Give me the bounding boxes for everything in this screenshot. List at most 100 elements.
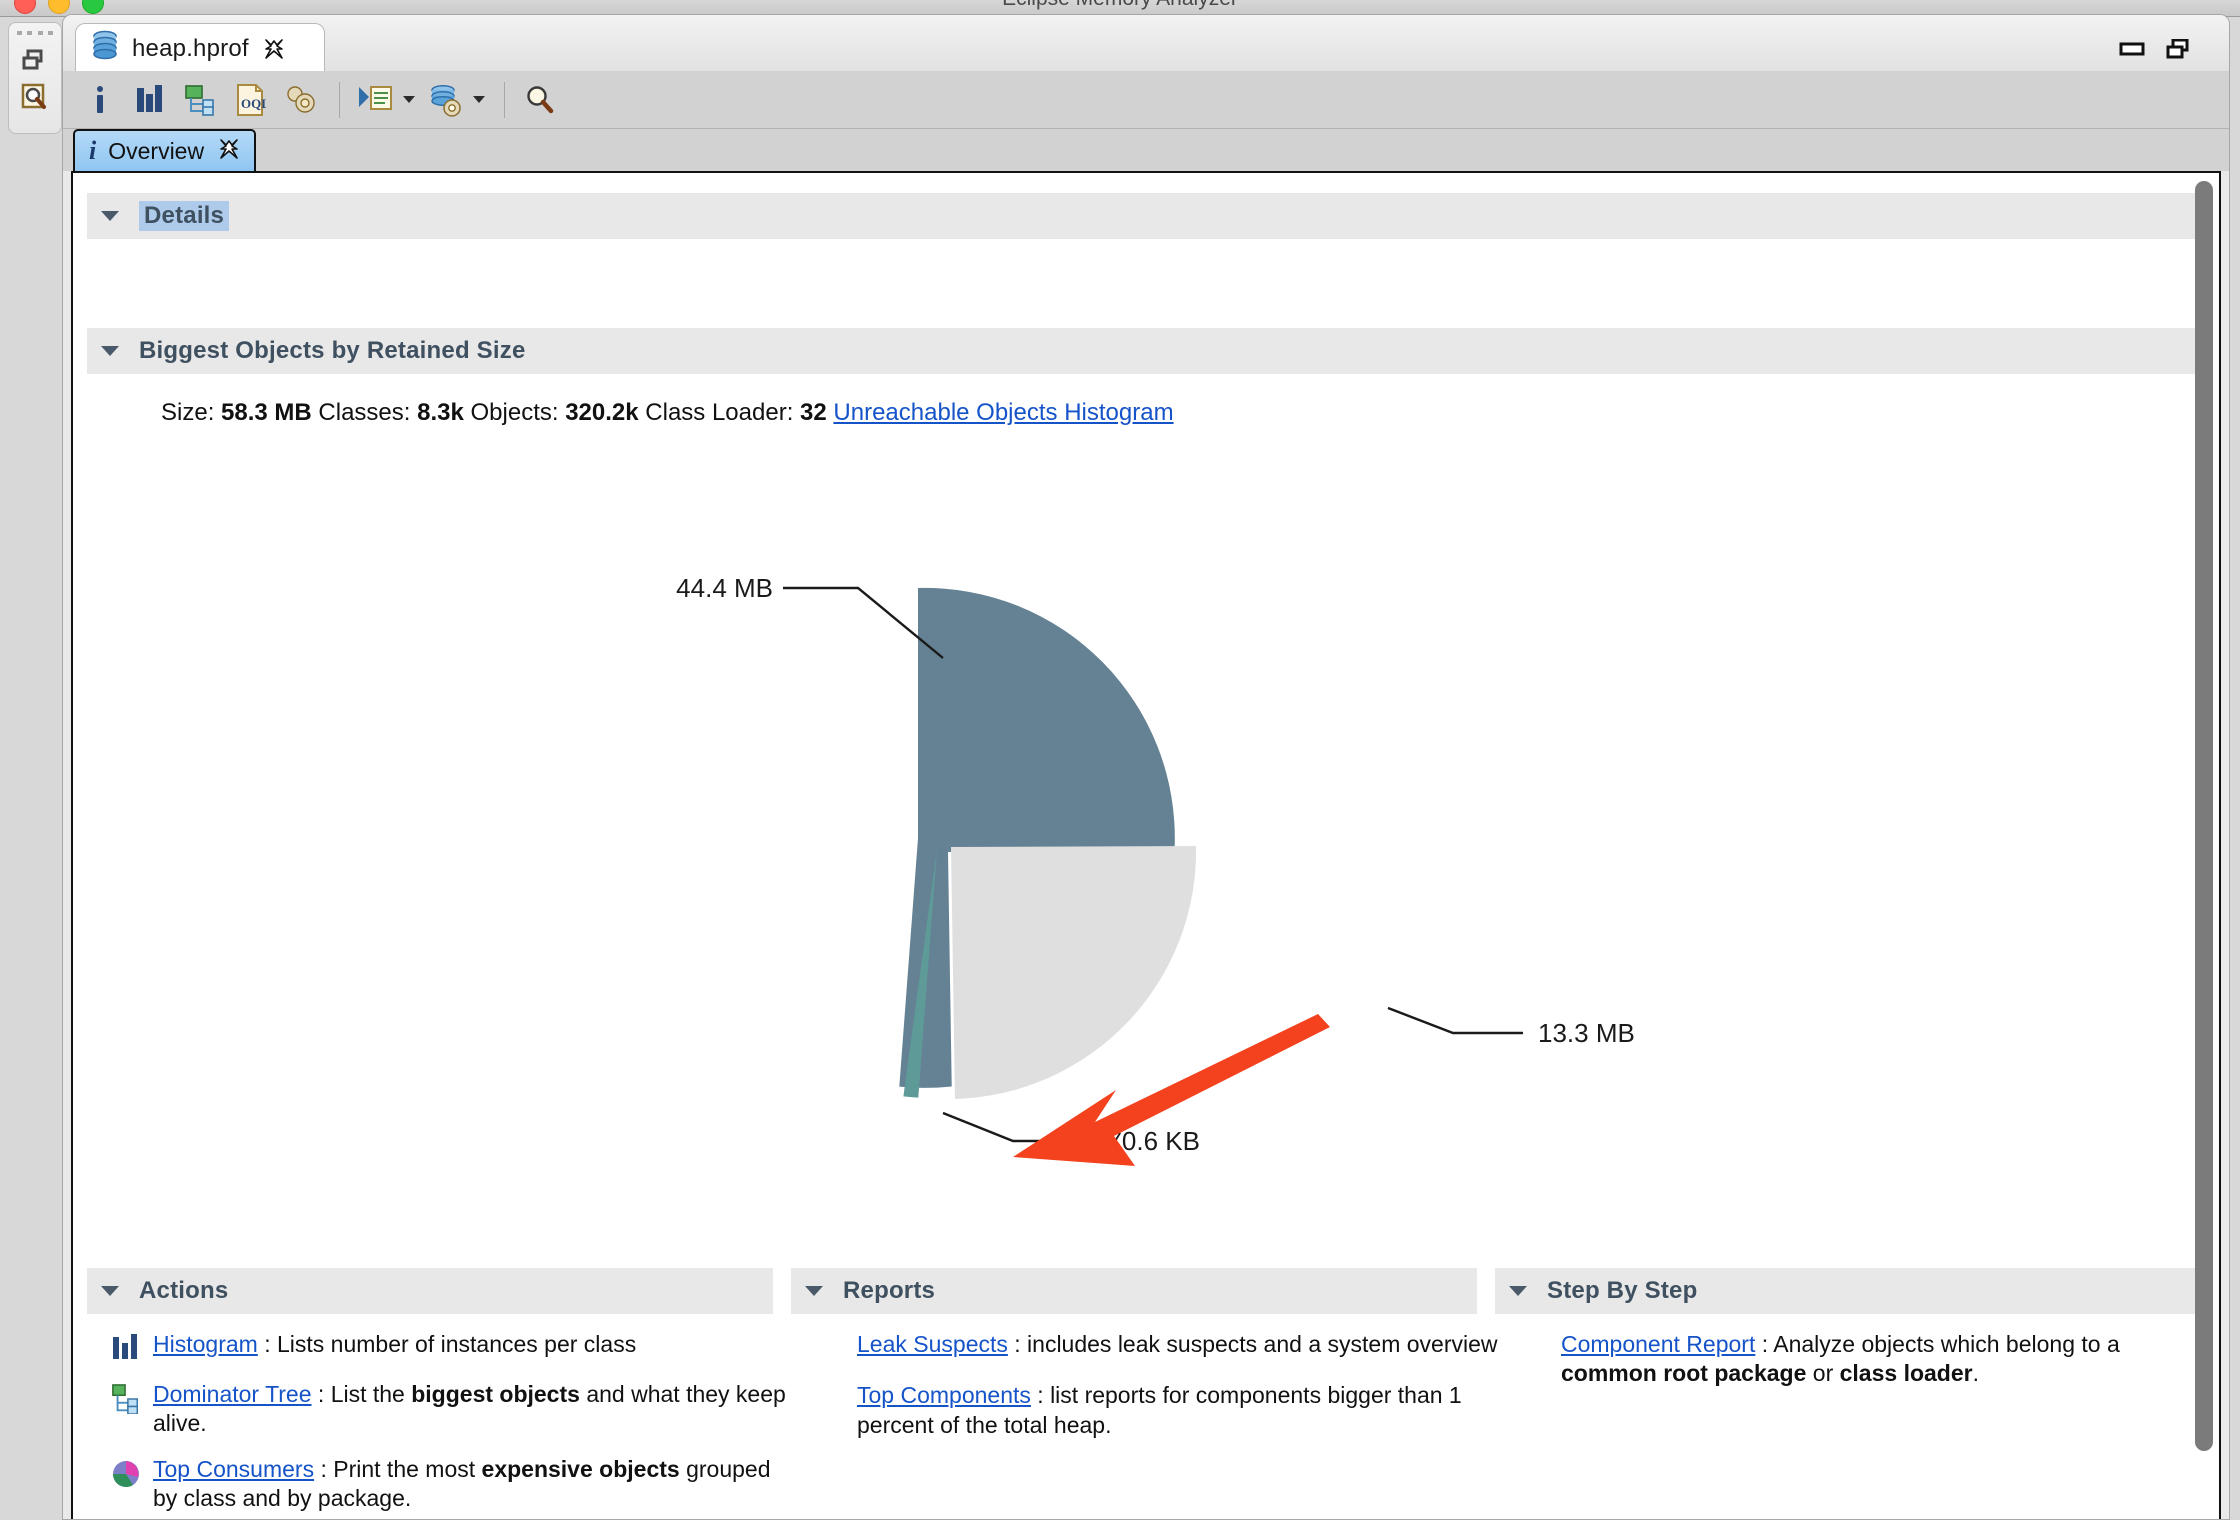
close-button[interactable] xyxy=(14,0,36,14)
list-item-text: Dominator Tree : List the biggest object… xyxy=(153,1380,797,1439)
details-objects-value: 320.2k xyxy=(565,399,639,426)
window-minimize-button[interactable] xyxy=(2119,39,2145,59)
histogram-link[interactable]: Histogram xyxy=(153,1331,258,1357)
os-window-title: Eclipse Memory Analyzer xyxy=(0,0,2240,10)
top-consumers-icon xyxy=(111,1459,141,1489)
retained-size-pie-chart[interactable]: 44.4 MB 13.3 MB 570.6 KB Total: 58.3 MB xyxy=(153,533,2153,1187)
inspect-icon[interactable] xyxy=(19,81,49,111)
chevron-down-icon[interactable] xyxy=(805,1286,823,1296)
callout-line-13-3-mb xyxy=(1387,1006,1523,1035)
query-browser-icon[interactable] xyxy=(422,78,468,122)
fast-view-bar xyxy=(8,22,62,134)
details-classloader-label: Class Loader: xyxy=(645,399,794,426)
tab-overview-label: Overview xyxy=(108,137,205,164)
list-item: Top Components : list reports for compon… xyxy=(815,1381,1501,1440)
leak-suspects-link[interactable]: Leak Suspects xyxy=(857,1331,1008,1357)
dominator-tree-icon[interactable] xyxy=(177,78,223,122)
details-size-label: Size: xyxy=(161,399,215,426)
window-restore-button[interactable] xyxy=(2165,38,2191,59)
desc-e: . xyxy=(1972,1360,1979,1387)
info-icon: i xyxy=(89,136,97,165)
pie-svg: 44.4 MB 13.3 MB 570.6 KB Total: 58.3 MB xyxy=(676,573,1635,1187)
view-tab-strip: i Overview xyxy=(63,129,2229,171)
list-item-text: Top Consumers : Print the most expensive… xyxy=(153,1455,797,1514)
desc-b: expensive objects xyxy=(481,1455,680,1482)
histogram-icon[interactable] xyxy=(127,78,173,122)
restore-perspective-icon[interactable] xyxy=(19,45,49,75)
desc-a: Print the most xyxy=(333,1455,482,1482)
screen: Eclipse Memory Analyzer xyxy=(0,0,2240,1520)
pie-slice-13-3-mb xyxy=(951,846,1197,1099)
sep: : xyxy=(314,1455,334,1482)
step-by-step-list: Component Report : Analyze objects which… xyxy=(1495,1314,2219,1389)
list-item: Top Consumers : Print the most expensive… xyxy=(111,1455,797,1514)
sep: : xyxy=(1030,1382,1051,1409)
component-report-link[interactable]: Component Report xyxy=(1561,1331,1755,1357)
section-header-actions[interactable]: Actions xyxy=(87,1268,773,1314)
list-item-text: Leak Suspects : includes leak suspects a… xyxy=(857,1330,1498,1359)
toolbar-separator-2 xyxy=(504,81,505,118)
search-icon[interactable] xyxy=(517,78,563,122)
sep: : xyxy=(311,1381,331,1407)
callout-line-570-6-kb xyxy=(942,1111,1078,1143)
sep: : xyxy=(257,1331,277,1357)
chevron-down-icon-expert[interactable] xyxy=(402,78,416,122)
chevron-down-icon[interactable] xyxy=(101,346,119,356)
section-title-step-by-step: Step By Step xyxy=(1547,1277,1698,1304)
overview-info-icon[interactable] xyxy=(77,78,123,122)
calculate-retained-size-icon[interactable] xyxy=(277,78,323,122)
chevron-down-icon[interactable] xyxy=(1509,1286,1527,1296)
histogram-icon xyxy=(111,1334,141,1364)
tab-overview[interactable]: i Overview xyxy=(73,129,257,171)
details-summary-line: Size: 58.3 MB Classes: 8.3k Objects: 320… xyxy=(161,399,1174,427)
list-item: Dominator Tree : List the biggest object… xyxy=(111,1380,797,1439)
list-item-text: Top Components : list reports for compon… xyxy=(857,1381,1501,1440)
unreachable-objects-histogram-link[interactable]: Unreachable Objects Histogram xyxy=(833,399,1173,426)
chevron-down-icon-query[interactable] xyxy=(472,78,486,122)
chevron-down-icon[interactable] xyxy=(101,211,119,221)
oql-icon[interactable]: OQL xyxy=(227,78,273,122)
svg-text:OQL: OQL xyxy=(241,96,266,111)
desc-b: biggest objects xyxy=(411,1381,580,1407)
toolbar-separator xyxy=(339,81,340,118)
pie-label-13-3-mb: 13.3 MB xyxy=(1538,1018,1635,1048)
details-classes-value: 8.3k xyxy=(417,399,464,426)
section-header-biggest-objects[interactable]: Biggest Objects by Retained Size xyxy=(87,328,2195,374)
drag-handle-dots[interactable] xyxy=(17,31,53,37)
section-title-actions: Actions xyxy=(139,1277,229,1304)
editor-tab-label: heap.hprof xyxy=(132,34,249,62)
eclipse-window: heap.hprof OQL i Overview Details Size: … xyxy=(62,14,2230,1520)
window-topbar xyxy=(63,15,2229,72)
zoom-button[interactable] xyxy=(82,0,104,14)
desc: includes leak suspects and a system over… xyxy=(1027,1331,1498,1357)
details-classes-label: Classes: xyxy=(318,399,411,426)
sep: : xyxy=(1755,1331,1774,1357)
desc-b: common root package xyxy=(1561,1360,1807,1387)
chevron-down-icon[interactable] xyxy=(101,1286,119,1296)
section-header-reports[interactable]: Reports xyxy=(791,1268,1477,1314)
vertical-scrollbar[interactable] xyxy=(2195,181,2213,1471)
minimize-button[interactable] xyxy=(48,0,70,14)
list-item-text: Component Report : Analyze objects which… xyxy=(1561,1330,2219,1389)
top-components-link[interactable]: Top Components xyxy=(857,1382,1031,1408)
close-icon[interactable] xyxy=(218,138,240,165)
scrollbar-thumb[interactable] xyxy=(2195,181,2213,1451)
details-objects-label: Objects: xyxy=(470,399,559,426)
editor-tab-heap-hprof[interactable]: heap.hprof xyxy=(75,23,325,73)
top-consumers-link[interactable]: Top Consumers xyxy=(153,1456,314,1482)
run-expert-system-icon[interactable] xyxy=(352,78,398,122)
desc: Lists number of instances per class xyxy=(276,1331,637,1357)
section-header-details[interactable]: Details xyxy=(87,193,2195,239)
desc-d: class loader xyxy=(1839,1360,1973,1387)
desc-a: Analyze objects which belong to a xyxy=(1773,1331,2120,1357)
section-header-step-by-step[interactable]: Step By Step xyxy=(1495,1268,2195,1314)
dominator-tree-link[interactable]: Dominator Tree xyxy=(153,1381,312,1407)
overview-editor-body: Details Size: 58.3 MB Classes: 8.3k Obje… xyxy=(71,171,2221,1519)
section-title-reports: Reports xyxy=(843,1277,936,1304)
desc-a: List the xyxy=(330,1381,412,1407)
heap-dump-icon xyxy=(90,30,120,67)
details-classloader-value: 32 xyxy=(800,399,827,426)
list-item-text: Histogram : Lists number of instances pe… xyxy=(153,1330,636,1359)
actions-list: Histogram : Lists number of instances pe… xyxy=(87,1314,807,1519)
close-icon[interactable] xyxy=(263,38,285,60)
